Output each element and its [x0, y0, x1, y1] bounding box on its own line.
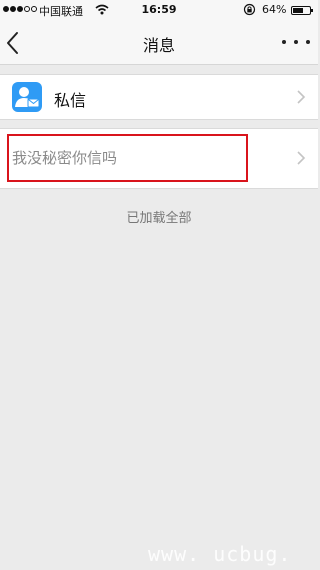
- chevron-right-icon: [297, 90, 306, 104]
- battery-level: [293, 8, 303, 13]
- more-dots-icon[interactable]: [282, 37, 310, 47]
- highlight-annotation: [7, 134, 248, 182]
- loaded-all-text: 已加载全部: [126, 211, 192, 226]
- private-message-label: 私信: [54, 91, 87, 110]
- screen: 中国联通 16:59 64% 消息 私信 我没秘密你信吗 已加载全部 www. …: [0, 0, 318, 570]
- battery-tip: [311, 9, 313, 12]
- rotation-lock-icon: [243, 3, 256, 16]
- page-title: 消息: [142, 36, 175, 55]
- private-message-icon: [12, 82, 42, 112]
- battery-percent: 64%: [262, 3, 287, 16]
- watermark: www. ucbug. cc: [148, 542, 292, 570]
- private-message-row[interactable]: 私信: [0, 74, 318, 120]
- battery-icon: [291, 6, 311, 15]
- status-bar: 中国联通 16:59 64%: [0, 0, 318, 20]
- navigation-bar: 消息: [0, 20, 318, 65]
- chevron-right-icon: [297, 151, 306, 165]
